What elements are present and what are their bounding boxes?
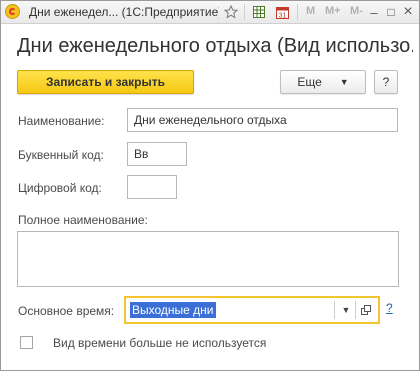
calendar-icon[interactable]: 31	[274, 4, 290, 20]
table-icon[interactable]	[251, 4, 267, 20]
save-and-close-button[interactable]: Записать и закрыть	[17, 70, 194, 94]
main-time-value: Выходные дни	[130, 302, 216, 318]
name-field[interactable]: Дни еженедельного отдыха	[127, 108, 398, 132]
title-bar: Дни еженедел... (1С:Предприятие) 31 M M+…	[1, 1, 419, 24]
app-logo-icon[interactable]	[5, 4, 20, 19]
memory-m-button[interactable]: M	[306, 5, 315, 17]
main-time-help-link[interactable]: ?	[386, 301, 393, 315]
combo-separator	[355, 301, 356, 319]
name-label: Наименование:	[18, 114, 105, 128]
star-icon[interactable]	[223, 4, 239, 20]
not-used-checkbox[interactable]	[20, 336, 33, 349]
minimize-icon[interactable]: –	[365, 3, 383, 21]
window-title: Дни еженедел... (1С:Предприятие)	[29, 5, 219, 19]
main-time-field[interactable]: Выходные дни ▼	[124, 296, 380, 324]
combo-separator	[334, 301, 335, 319]
digit-code-field[interactable]	[127, 175, 177, 199]
dropdown-arrow-icon[interactable]: ▼	[337, 300, 355, 320]
more-label: Еще	[297, 75, 322, 89]
page-title: Дни еженедельного отдыха (Вид использо..…	[17, 35, 413, 57]
full-name-label: Полное наименование:	[18, 213, 148, 227]
more-button[interactable]: Еще ▼	[280, 70, 366, 94]
not-used-label: Вид времени больше не используется	[53, 336, 267, 350]
open-item-icon[interactable]	[357, 300, 375, 320]
letter-code-label: Буквенный код:	[18, 148, 104, 162]
toolbar-separator	[297, 4, 298, 20]
memory-m-minus-button[interactable]: M-	[350, 5, 363, 17]
help-button[interactable]: ?	[374, 70, 398, 94]
svg-text:31: 31	[278, 12, 286, 19]
digit-code-label: Цифровой код:	[18, 181, 102, 195]
full-name-field[interactable]	[17, 231, 399, 287]
main-time-label: Основное время:	[18, 304, 115, 318]
maximize-icon[interactable]: □	[382, 3, 400, 21]
toolbar-separator	[244, 4, 245, 20]
letter-code-field[interactable]: Вв	[127, 142, 187, 166]
form-window: Дни еженедел... (1С:Предприятие) 31 M M+…	[0, 0, 420, 371]
close-icon[interactable]: ×	[399, 3, 417, 21]
memory-m-plus-button[interactable]: M+	[325, 5, 341, 17]
chevron-down-icon: ▼	[339, 77, 349, 87]
